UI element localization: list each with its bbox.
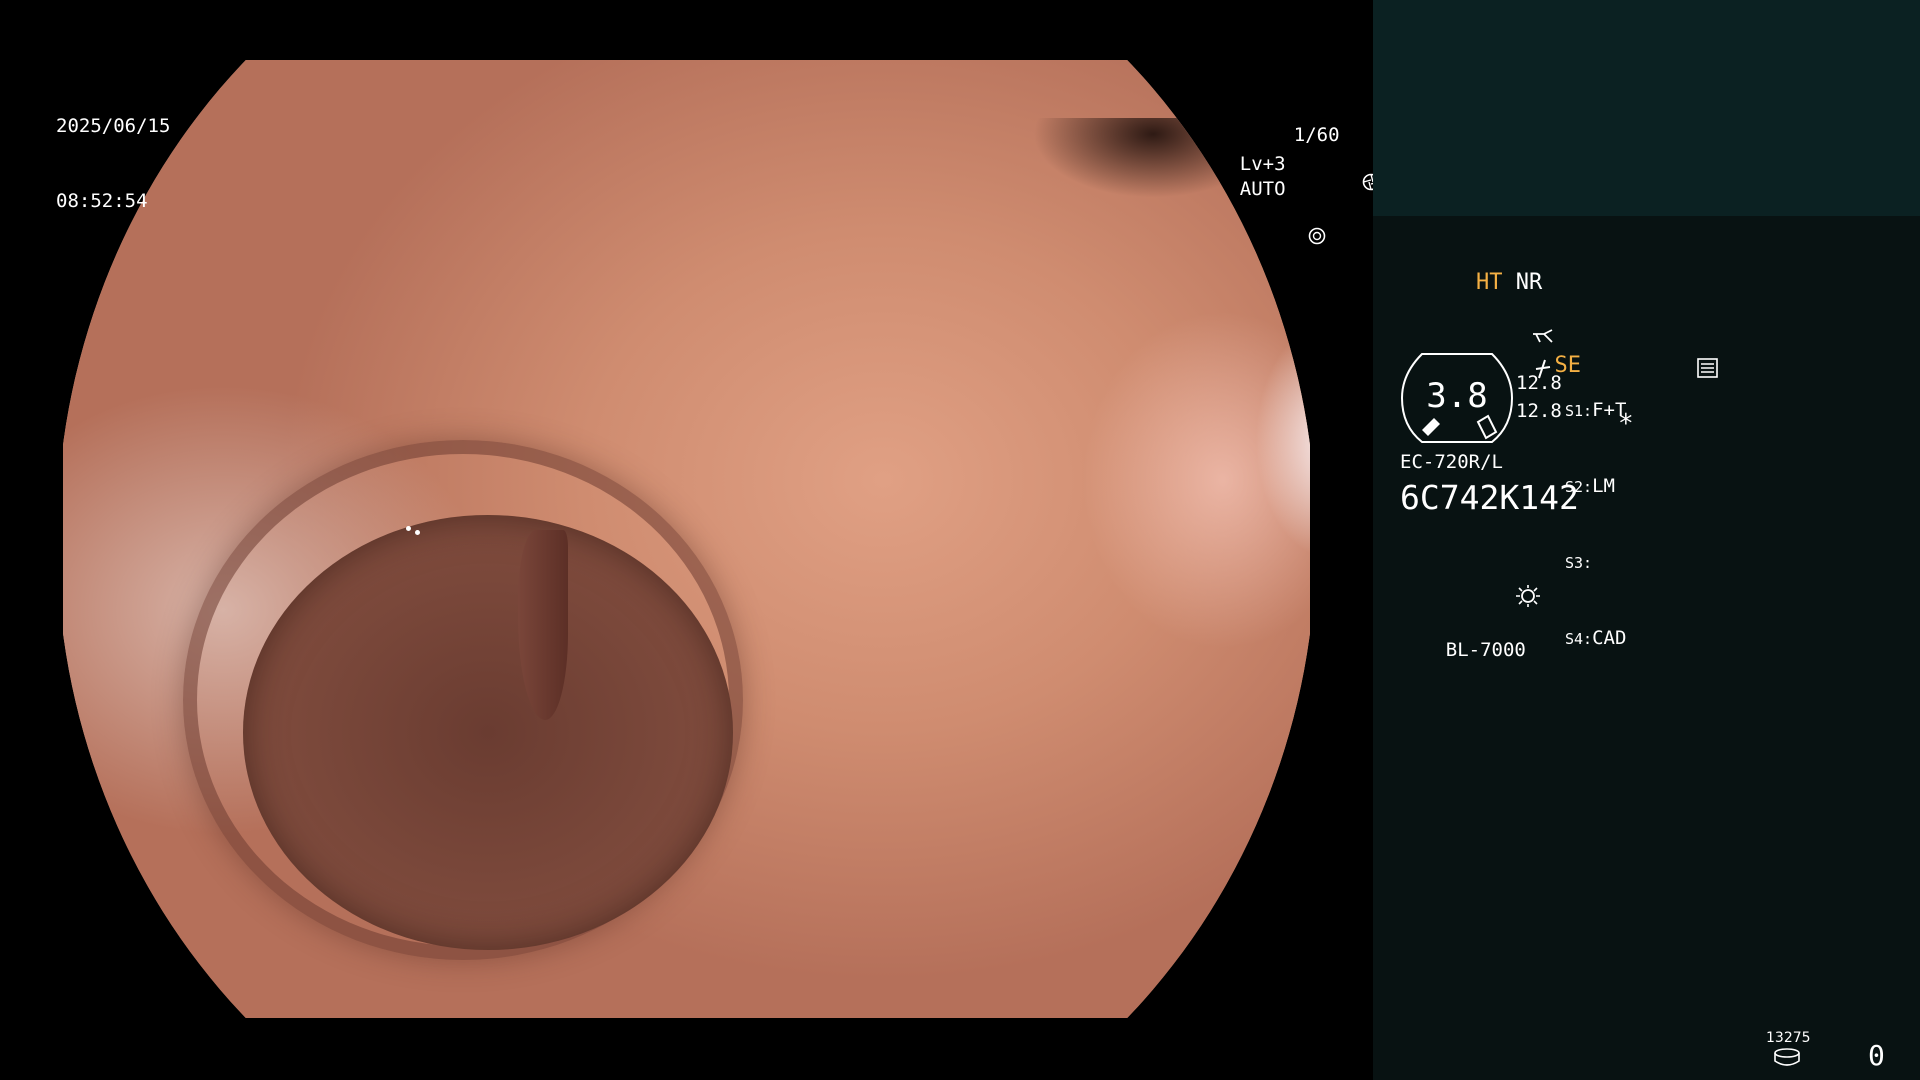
exposure-readout: Lv+3 AUTO xyxy=(1194,127,1326,302)
switch-s4: S4:CAD xyxy=(1565,626,1626,652)
info-panel: HT NR SE * 3.8 12.8 12.8 S1:F+T S2:LM S3… xyxy=(1373,0,1920,1080)
zoom-value: 3.8 xyxy=(1426,376,1488,416)
date-text: 2025/06/15 xyxy=(56,115,171,137)
s1-value: F+T xyxy=(1592,399,1627,421)
endoscopic-image xyxy=(63,60,1310,1018)
serial-number: 6C742K142 xyxy=(1400,478,1579,517)
mucosal-fold xyxy=(518,530,568,720)
scope-model: EC-720R/L xyxy=(1400,451,1503,473)
light-source-text: BL-7000 xyxy=(1445,639,1526,661)
counter-small: 13275 xyxy=(1766,1030,1811,1046)
s2-value: LM xyxy=(1592,475,1615,497)
s1-label: S1: xyxy=(1565,402,1593,420)
time-text: 08:52:54 xyxy=(56,190,148,212)
endoscope-view: 2025/06/15 08:52:54 1/60 Lv+3 AUTO xyxy=(0,0,1373,1080)
iris-icon xyxy=(1240,202,1327,277)
switch-s3: S3: xyxy=(1565,550,1626,576)
s4-value: CAD xyxy=(1592,627,1627,649)
zoom-indicator: 3.8 xyxy=(1400,352,1514,444)
lumen xyxy=(243,515,733,950)
mode-text: AUTO xyxy=(1239,178,1286,200)
menu-icon xyxy=(1618,332,1719,411)
value-b: 12.8 xyxy=(1516,400,1562,422)
level-text: Lv+3 xyxy=(1239,153,1286,175)
s4-label: S4: xyxy=(1565,630,1593,648)
specular-highlight xyxy=(415,530,420,535)
datetime: 2025/06/15 08:52:54 xyxy=(56,64,170,264)
disk-icon xyxy=(1773,1048,1801,1070)
specular-highlight xyxy=(406,526,411,531)
value-a: 12.8 xyxy=(1516,372,1562,394)
s3-label: S3: xyxy=(1565,554,1593,572)
switch-list: S1:F+T S2:LM S3: S4:CAD xyxy=(1565,348,1626,702)
light-bulb-icon xyxy=(1446,558,1543,637)
counter-big: 0 xyxy=(1868,1039,1885,1072)
panel-header-area xyxy=(1373,0,1920,216)
switch-s1: S1:F+T xyxy=(1565,398,1626,424)
light-source-row: BL-7000 xyxy=(1400,532,1542,689)
